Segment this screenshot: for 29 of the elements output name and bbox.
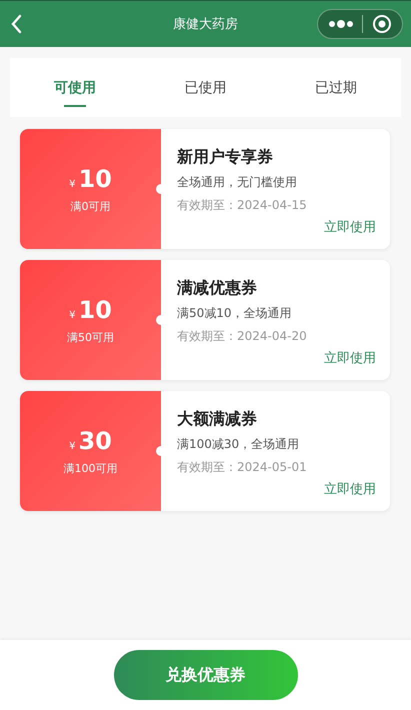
coupon-title: 满减优惠券	[177, 278, 257, 299]
tab[interactable]: 可使用	[10, 58, 140, 117]
expiry-date: 有效期至：2024-04-15	[177, 197, 307, 214]
coupon-description: 全场通用，无门槛使用	[177, 174, 297, 191]
coupon-condition: 满100可用	[64, 460, 118, 476]
coupon-condition: 满50可用	[67, 330, 114, 344]
coupon-description: 满100减30，全场通用	[177, 436, 300, 453]
coupon-amount: 10	[78, 296, 112, 324]
back-icon[interactable]	[10, 14, 22, 34]
use-now-link[interactable]: 立即使用	[324, 480, 376, 498]
expiry-date: 有效期至：2024-04-20	[177, 328, 307, 345]
use-now-link[interactable]: 立即使用	[324, 349, 376, 367]
more-icon[interactable]	[328, 19, 354, 29]
coupon-description: 满50减10，全场通用	[177, 305, 292, 322]
currency-symbol: ¥	[69, 310, 76, 320]
coupon-title: 新用户专享券	[177, 147, 273, 168]
tab[interactable]: 已过期	[270, 58, 401, 117]
redeem-button[interactable]: 兑换优惠券	[114, 650, 298, 700]
currency-symbol: ¥	[69, 440, 76, 452]
use-now-link[interactable]: 立即使用	[324, 218, 376, 236]
currency-symbol: ¥	[69, 178, 76, 190]
expiry-date: 有效期至：2024-05-01	[177, 459, 307, 476]
page-title: 康健大药房	[173, 16, 238, 33]
tab[interactable]: 已使用	[140, 58, 271, 117]
coupon-amount: 30	[78, 426, 112, 454]
coupon-amount: 10	[78, 164, 112, 192]
close-icon[interactable]	[372, 14, 392, 34]
coupon-title: 大额满减券	[177, 409, 257, 430]
coupon-condition: 满0可用	[70, 198, 110, 214]
